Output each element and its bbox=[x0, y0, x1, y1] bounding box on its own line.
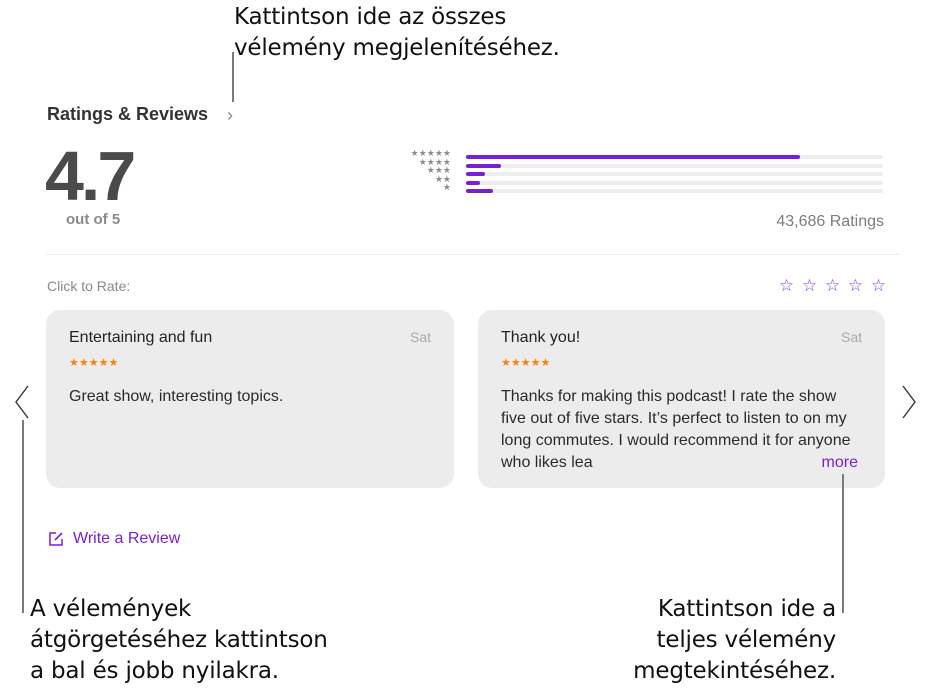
out-of-label: out of 5 bbox=[66, 211, 121, 228]
write-review-button[interactable]: Write a Review bbox=[47, 530, 180, 548]
ratings-reviews-title[interactable]: Ratings & Reviews bbox=[47, 104, 208, 125]
rate-stars: ☆ ☆ ☆ ☆ ☆ bbox=[777, 276, 888, 296]
write-review-label: Write a Review bbox=[73, 530, 181, 547]
callout-top-line: Kattintson ide az összes bbox=[234, 4, 507, 30]
callout-bottom-left: A vélemények átgörgetéséhez kattintson a… bbox=[30, 594, 328, 687]
callout-bottom-right: Kattintson ide a teljes vélemény megteki… bbox=[633, 594, 836, 687]
distribution-bar-track bbox=[466, 163, 883, 168]
review-title: Entertaining and fun bbox=[69, 329, 213, 346]
average-rating: 4.7 bbox=[45, 137, 136, 215]
distribution-bar-track bbox=[466, 189, 883, 194]
distribution-bar-track bbox=[466, 180, 883, 185]
callout-line: Kattintson ide a bbox=[657, 596, 836, 622]
rate-star-3-icon[interactable]: ☆ bbox=[823, 276, 842, 296]
review-date: Sat bbox=[840, 329, 862, 345]
ratings-count: 43,686 Ratings bbox=[776, 213, 884, 230]
more-link[interactable]: more bbox=[822, 454, 858, 472]
distribution-bar-track bbox=[466, 155, 883, 159]
callout-line: átgörgetéséhez kattintson bbox=[30, 627, 328, 653]
divider bbox=[46, 254, 900, 255]
distribution-bar-3 bbox=[466, 172, 485, 177]
distribution-bar-2 bbox=[466, 180, 481, 185]
distribution-bar-5 bbox=[466, 155, 800, 159]
distribution-bar-track bbox=[466, 172, 883, 177]
callout-line: A vélemények bbox=[30, 596, 192, 622]
callout-top: Kattintson ide az összes vélemény megjel… bbox=[234, 2, 560, 64]
rate-star-1-icon[interactable]: ☆ bbox=[777, 276, 796, 296]
rate-star-2-icon[interactable]: ☆ bbox=[800, 276, 819, 296]
chevron-right-icon[interactable] bbox=[899, 382, 919, 422]
callout-line: a bal és jobb nyilakra. bbox=[30, 658, 279, 684]
callout-top-leader bbox=[232, 52, 234, 102]
callout-line: megtekintéséhez. bbox=[633, 658, 836, 684]
review-card[interactable]: Thank you! Sat ★★★★★ Thanks for making t… bbox=[478, 310, 885, 488]
click-to-rate-label: Click to Rate: bbox=[47, 278, 131, 294]
review-body: Great show, interesting topics. bbox=[69, 388, 284, 405]
review-date: Sat bbox=[409, 329, 431, 345]
chevron-right-icon[interactable]: › bbox=[227, 105, 233, 126]
callout-left-leader bbox=[22, 420, 24, 613]
callout-right-leader bbox=[842, 474, 844, 613]
review-card[interactable]: Entertaining and fun Sat ★★★★★ Great sho… bbox=[46, 310, 454, 488]
distribution-stars-1: ★ bbox=[442, 182, 451, 193]
callout-line: teljes vélemény bbox=[656, 627, 837, 653]
review-title: Thank you! bbox=[501, 329, 581, 346]
distribution-bar-1 bbox=[466, 189, 494, 194]
callout-top-line: vélemény megjelenítéséhez. bbox=[234, 35, 560, 61]
chevron-left-icon[interactable] bbox=[12, 382, 32, 422]
rate-star-5-icon[interactable]: ☆ bbox=[869, 276, 888, 296]
review-stars: ★★★★★ bbox=[69, 357, 119, 369]
distribution-bar-4 bbox=[466, 163, 502, 168]
review-stars: ★★★★★ bbox=[501, 357, 551, 369]
compose-icon bbox=[49, 532, 63, 546]
rate-star-4-icon[interactable]: ☆ bbox=[846, 276, 865, 296]
